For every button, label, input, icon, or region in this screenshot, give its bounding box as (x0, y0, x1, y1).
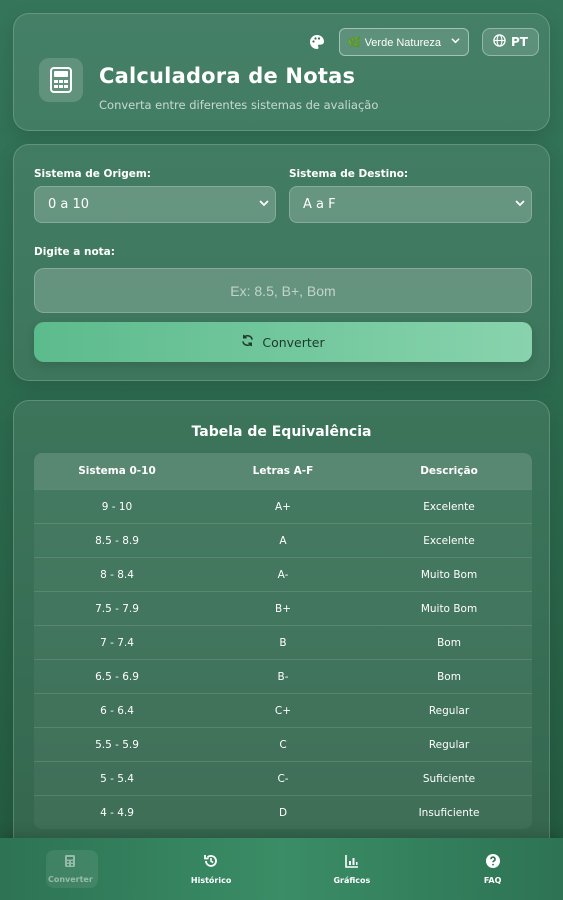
converter-card: Sistema de Origem: 0 a 10 Sistema de Des… (13, 144, 550, 381)
table-header: Sistema 0-10 Letras A-F Descrição (34, 453, 532, 489)
table-cell: Muito Bom (420, 602, 478, 615)
table-cell: 4 - 4.9 (100, 806, 134, 819)
origin-select[interactable]: 0 a 10 (34, 186, 276, 223)
table-cell: B- (277, 670, 289, 683)
table-cell: Bom (437, 670, 461, 683)
language-button[interactable]: PT (482, 28, 539, 56)
table-row: 6.5 - 6.9 B- Bom (34, 659, 532, 693)
calculator-logo-icon (39, 58, 83, 102)
header-card: 🌿 Verde Natureza PT Calculadora de Notas… (13, 13, 550, 131)
table-cell: 6 - 6.4 (100, 704, 134, 717)
grade-input-placeholder: Ex: 8.5, B+, Bom (230, 282, 336, 299)
table-cell: A- (277, 568, 289, 581)
table-cell: A+ (275, 500, 291, 513)
chart-icon (344, 853, 360, 871)
destination-select-value: A a F (303, 197, 336, 212)
table-row: 7.5 - 7.9 B+ Muito Bom (34, 591, 532, 625)
nav-item-charts[interactable]: Gráficos (282, 838, 423, 900)
nav-active-indicator (46, 850, 98, 888)
table-cell: D (278, 806, 288, 819)
table-row: 8 - 8.4 A- Muito Bom (34, 557, 532, 591)
question-icon (485, 853, 501, 871)
destination-label: Sistema de Destino: (289, 168, 409, 180)
table-row: 5.5 - 5.9 C Regular (34, 727, 532, 761)
refresh-icon (241, 334, 254, 350)
column-header: Sistema 0-10 (78, 465, 156, 477)
equivalence-table: Sistema 0-10 Letras A-F Descrição 9 - 10… (34, 453, 532, 829)
table-row: 5 - 5.4 C- Suficiente (34, 761, 532, 795)
table-row: 4 - 4.9 D Insuficiente (34, 795, 532, 829)
table-cell: 6.5 - 6.9 (95, 670, 139, 683)
table-cell: 5 - 5.4 (100, 772, 134, 785)
page-subtitle: Converta entre diferentes sistemas de av… (99, 98, 379, 112)
table-row: 9 - 10 A+ Excelente (34, 489, 532, 523)
table-cell: Bom (437, 636, 461, 649)
table-cell: C+ (274, 704, 292, 717)
globe-icon (493, 34, 506, 50)
nav-label: Histórico (190, 876, 232, 885)
table-cell: Muito Bom (420, 568, 478, 581)
origin-select-value: 0 a 10 (48, 197, 90, 212)
convert-button-label: Converter (262, 334, 325, 350)
history-icon (203, 853, 219, 871)
convert-button[interactable]: Converter (34, 322, 532, 362)
origin-label: Sistema de Origem: (34, 168, 152, 180)
table-cell: 5.5 - 5.9 (95, 738, 139, 751)
column-header: Descrição (420, 465, 478, 477)
palette-icon[interactable] (308, 33, 326, 51)
nav-item-history[interactable]: Histórico (141, 838, 282, 900)
table-cell: Insuficiente (418, 806, 480, 819)
table-cell: Regular (428, 738, 470, 751)
table-cell: Suficiente (422, 772, 476, 785)
theme-select-value: 🌿 Verde Natureza (347, 36, 442, 49)
nav-label: FAQ (483, 876, 502, 885)
table-cell: C- (277, 772, 289, 785)
table-cell: 7.5 - 7.9 (95, 602, 139, 615)
table-cell: C (279, 738, 287, 751)
column-header: Letras A-F (252, 465, 314, 477)
bottom-navigation: Converter Histórico Gráficos FAQ (0, 838, 563, 900)
table-row: 6 - 6.4 C+ Regular (34, 693, 532, 727)
header-controls: 🌿 Verde Natureza PT (308, 28, 539, 56)
nav-item-faq[interactable]: FAQ (422, 838, 563, 900)
destination-select[interactable]: A a F (289, 186, 532, 223)
table-cell: Excelente (423, 534, 475, 547)
table-cell: B+ (274, 602, 291, 615)
table-cell: 8.5 - 8.9 (95, 534, 139, 547)
table-row: 8.5 - 8.9 A Excelente (34, 523, 532, 557)
table-cell: B (279, 636, 287, 649)
table-cell: Regular (428, 704, 470, 717)
table-cell: 7 - 7.4 (100, 636, 134, 649)
table-cell: 8 - 8.4 (100, 568, 134, 581)
theme-select[interactable]: 🌿 Verde Natureza (338, 28, 470, 56)
chevron-down-icon (259, 197, 269, 212)
nav-label: Gráficos (333, 876, 371, 885)
table-cell: Excelente (423, 500, 475, 513)
language-label: PT (511, 35, 528, 49)
chevron-down-icon (451, 36, 460, 48)
table-cell: 9 - 10 (101, 500, 133, 513)
table-title: Tabela de Equivalência (191, 424, 372, 440)
grade-input-label: Digite a nota: (34, 246, 115, 258)
grade-input[interactable]: Ex: 8.5, B+, Bom (34, 268, 532, 313)
chevron-down-icon (515, 197, 525, 212)
table-cell: A (279, 534, 287, 547)
table-row: 7 - 7.4 B Bom (34, 625, 532, 659)
page-title: Calculadora de Notas (99, 64, 356, 88)
equivalence-table-card: Tabela de Equivalência Sistema 0-10 Letr… (13, 400, 550, 870)
